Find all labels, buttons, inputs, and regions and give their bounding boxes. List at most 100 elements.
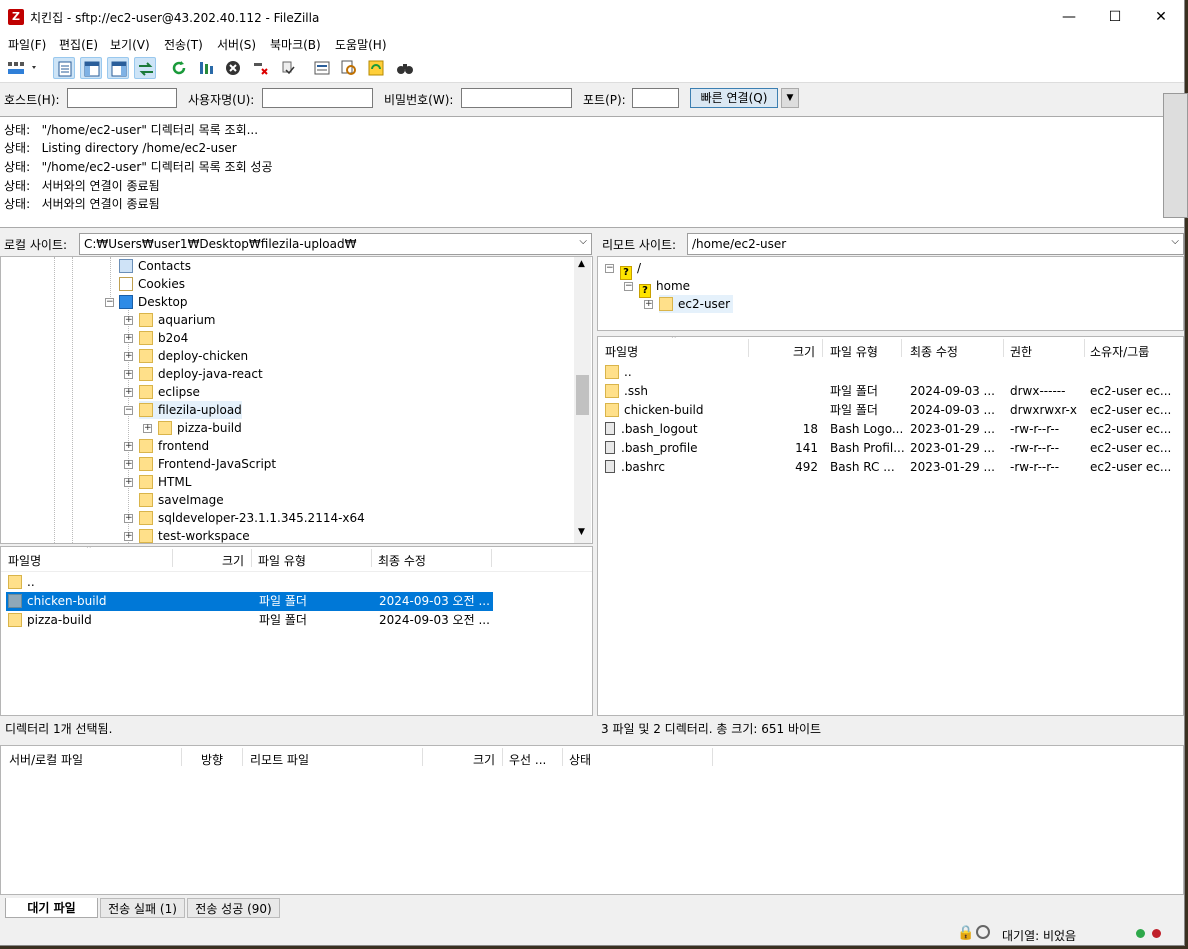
expand-icon[interactable]: + <box>124 370 133 379</box>
column-owner-group[interactable]: 소유자/그룹 <box>1090 343 1149 360</box>
column-filename[interactable]: 파일명 <box>605 343 638 360</box>
tree-item-saveimage[interactable]: saveImage <box>139 491 224 509</box>
chevron-down-icon[interactable]: ⌵ <box>1171 236 1179 247</box>
file-row[interactable]: .. <box>603 363 1178 382</box>
column-modified[interactable]: 최종 수정 <box>378 552 426 569</box>
file-row[interactable]: pizza-build 파일 폴더 2024-09-03 오전 ... <box>6 611 493 630</box>
quickconnect-dropdown-button[interactable]: ▼ <box>781 88 799 108</box>
reconnect-icon[interactable] <box>277 57 299 79</box>
collapse-icon[interactable]: − <box>624 282 633 291</box>
quickconnect-button[interactable]: 빠른 연결(Q) <box>690 88 778 108</box>
synchronized-browsing-icon[interactable] <box>338 57 360 79</box>
expand-icon[interactable]: + <box>124 478 133 487</box>
column-permissions[interactable]: 권한 <box>1010 343 1032 360</box>
column-type[interactable]: 파일 유형 <box>830 343 878 360</box>
tree-item-frontend[interactable]: frontend <box>139 437 209 455</box>
column-direction[interactable]: 방향 <box>201 751 223 768</box>
tree-item-pizza-build[interactable]: pizza-build <box>158 419 242 437</box>
tree-item-frontend-javascript[interactable]: Frontend-JavaScript <box>139 455 276 473</box>
file-row[interactable]: chicken-build 파일 폴더 2024-09-03 ... drwxr… <box>603 401 1178 420</box>
collapse-icon[interactable]: − <box>105 298 114 307</box>
expand-icon[interactable]: + <box>124 352 133 361</box>
tab-successful-transfers[interactable]: 전송 성공 (90) <box>187 898 280 918</box>
toggle-queue-icon[interactable] <box>134 57 156 79</box>
expand-icon[interactable]: + <box>644 300 653 309</box>
collapse-icon[interactable]: − <box>124 406 133 415</box>
tree-item-sqldeveloper[interactable]: sqldeveloper-23.1.1.345.2114-x64 <box>139 509 365 527</box>
port-input[interactable] <box>632 88 679 108</box>
tree-item-filezila-upload[interactable]: filezila-upload <box>139 401 242 419</box>
process-queue-icon[interactable] <box>195 57 217 79</box>
remote-path-combobox[interactable]: /home/ec2-user ⌵ <box>687 233 1184 255</box>
tab-queued-files[interactable]: 대기 파일 <box>5 898 98 918</box>
column-server-local-file[interactable]: 서버/로컬 파일 <box>9 751 83 768</box>
scroll-down-arrow-icon[interactable]: ▼ <box>578 527 585 537</box>
tree-item-cookies[interactable]: Cookies <box>119 275 185 293</box>
scrollbar-thumb[interactable] <box>576 375 589 415</box>
tree-item-html[interactable]: HTML <box>139 473 191 491</box>
column-filename[interactable]: 파일명 <box>8 552 41 569</box>
expand-icon[interactable]: + <box>124 532 133 541</box>
menu-help[interactable]: 도움말(H) <box>335 36 387 53</box>
cancel-operation-icon[interactable] <box>222 57 244 79</box>
scroll-up-arrow-icon[interactable]: ▲ <box>578 259 585 269</box>
expand-icon[interactable]: + <box>124 334 133 343</box>
file-row-selected[interactable]: chicken-build 파일 폴더 2024-09-03 오전 ... <box>6 592 493 611</box>
collapse-icon[interactable]: − <box>605 264 614 273</box>
tree-item-test-workspace[interactable]: test-workspace <box>139 527 250 543</box>
column-status[interactable]: 상태 <box>569 751 591 768</box>
file-row[interactable]: .bash_logout 18 Bash Logo... 2023-01-29 … <box>603 420 1178 439</box>
tree-item-root[interactable]: ? / <box>620 259 641 280</box>
expand-icon[interactable]: + <box>124 460 133 469</box>
refresh-icon[interactable] <box>168 57 190 79</box>
file-row[interactable]: .bash_profile 141 Bash Profil... 2023-01… <box>603 439 1178 458</box>
file-row[interactable]: .bashrc 492 Bash RC ... 2023-01-29 ... -… <box>603 458 1178 477</box>
tree-item-desktop[interactable]: Desktop <box>119 293 188 311</box>
chevron-down-icon[interactable]: ⌵ <box>579 236 587 247</box>
expand-icon[interactable]: + <box>124 388 133 397</box>
directory-comparison-icon[interactable] <box>365 57 387 79</box>
toggle-local-tree-icon[interactable] <box>80 57 102 79</box>
column-remote-file[interactable]: 리모트 파일 <box>250 751 309 768</box>
password-input[interactable] <box>461 88 572 108</box>
tree-item-aquarium[interactable]: aquarium <box>139 311 216 329</box>
toggle-log-icon[interactable] <box>53 57 75 79</box>
menu-view[interactable]: 보기(V) <box>110 36 150 53</box>
tree-item-ec2-user[interactable]: ec2-user <box>659 295 734 313</box>
local-tree-scrollbar[interactable]: ▲ ▼ <box>574 257 591 543</box>
file-row[interactable]: .. <box>6 573 493 592</box>
tree-item-b2o4[interactable]: b2o4 <box>139 329 188 347</box>
expand-icon[interactable]: + <box>124 442 133 451</box>
column-modified[interactable]: 최종 수정 <box>910 343 958 360</box>
menu-edit[interactable]: 편집(E) <box>59 36 98 53</box>
tree-item-contacts[interactable]: Contacts <box>119 257 191 275</box>
local-path-combobox[interactable]: C:₩Users₩user1₩Desktop₩filezila-upload₩ … <box>79 233 592 255</box>
site-manager-icon[interactable] <box>4 57 42 79</box>
file-row[interactable]: .ssh 파일 폴더 2024-09-03 ... drwx------ ec2… <box>603 382 1178 401</box>
expand-icon[interactable]: + <box>124 514 133 523</box>
column-priority[interactable]: 우선 ... <box>509 751 546 768</box>
menu-transfer[interactable]: 전송(T) <box>164 36 203 53</box>
tab-failed-transfers[interactable]: 전송 실패 (1) <box>100 898 185 918</box>
menu-server[interactable]: 서버(S) <box>217 36 256 53</box>
directory-listing-filter-icon[interactable] <box>311 57 333 79</box>
expand-icon[interactable]: + <box>143 424 152 433</box>
username-input[interactable] <box>262 88 373 108</box>
minimize-button[interactable]: — <box>1046 0 1092 34</box>
tree-item-home[interactable]: ? home <box>639 277 690 298</box>
disconnect-icon[interactable] <box>250 57 272 79</box>
tree-item-eclipse[interactable]: eclipse <box>139 383 200 401</box>
host-input[interactable] <box>67 88 177 108</box>
close-button[interactable]: ✕ <box>1138 0 1184 34</box>
column-size[interactable]: 크기 <box>793 343 815 360</box>
column-size[interactable]: 크기 <box>473 751 495 768</box>
menu-bookmarks[interactable]: 북마크(B) <box>270 36 321 53</box>
maximize-button[interactable]: ☐ <box>1092 0 1138 34</box>
tree-item-deploy-java-react[interactable]: deploy-java-react <box>139 365 263 383</box>
expand-icon[interactable]: + <box>124 316 133 325</box>
column-type[interactable]: 파일 유형 <box>258 552 306 569</box>
speed-limit-icon[interactable] <box>976 925 990 939</box>
column-size[interactable]: 크기 <box>222 552 244 569</box>
search-binoculars-icon[interactable] <box>393 57 415 79</box>
menu-file[interactable]: 파일(F) <box>8 36 46 53</box>
